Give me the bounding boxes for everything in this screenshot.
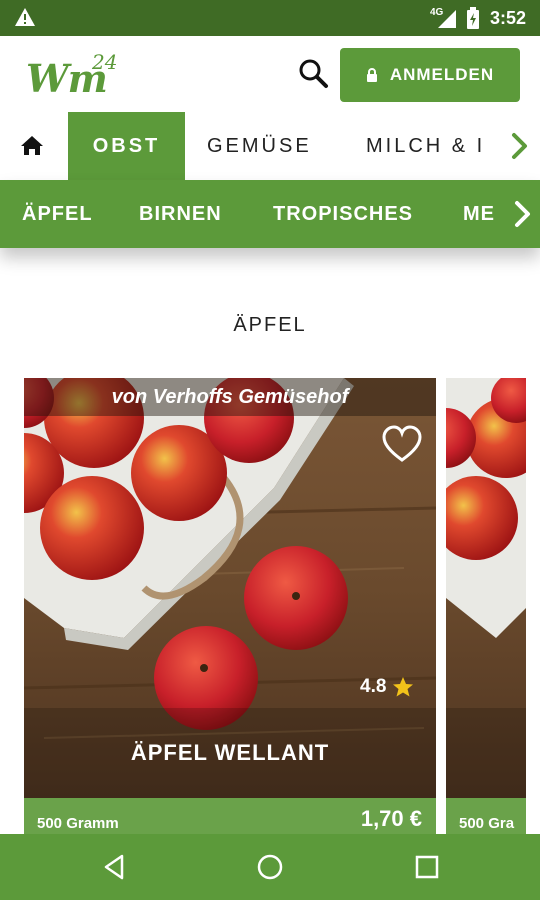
product-price: 1,70 € (360, 806, 422, 831)
rating-value: 4.8 (360, 676, 387, 697)
product-weight: 500 Gramm (37, 815, 119, 832)
heart-icon[interactable] (380, 422, 424, 466)
system-nav-bar (0, 834, 540, 900)
card-footer: 500 Gramm 1,70 € (24, 798, 436, 834)
product-card[interactable]: 500 Gra (446, 378, 526, 834)
back-icon[interactable] (98, 850, 132, 884)
product-image (24, 378, 436, 798)
tab-gemuese[interactable]: GEMÜSE (207, 112, 312, 180)
product-image (446, 378, 526, 798)
subtab-aepfel[interactable]: ÄPFEL (22, 180, 93, 248)
login-label: ANMELDEN (389, 65, 495, 84)
login-button[interactable]: ANMELDEN (340, 48, 520, 102)
home-icon[interactable] (18, 132, 46, 160)
product-weight: 500 Gra (459, 815, 515, 832)
star-icon (393, 677, 414, 697)
status-bar: 4G 3:52 (0, 0, 540, 36)
signal-icon (438, 10, 456, 28)
lock-icon (366, 68, 377, 82)
category-tabs: OBST GEMÜSE MILCH & I (0, 112, 540, 180)
home-circle-icon[interactable] (253, 850, 287, 884)
subtab-scroll-right[interactable] (504, 180, 540, 248)
product-name: ÄPFEL WELLANT (130, 740, 330, 765)
rating: 4.8 (360, 676, 414, 698)
tab-milch[interactable]: MILCH & I (366, 112, 485, 180)
logo[interactable]: Wm 24 (26, 50, 126, 101)
subcategory-tabs: ÄPFEL BIRNEN TROPISCHES ME (0, 180, 540, 248)
subtab-birnen[interactable]: BIRNEN (139, 180, 222, 248)
subtab-tropisches[interactable]: TROPISCHES (273, 180, 413, 248)
origin-label: von Verhoffs Gemüsehof (24, 378, 436, 416)
chevron-right-icon[interactable] (506, 130, 532, 162)
section-title: ÄPFEL (233, 314, 307, 336)
battery-icon (467, 7, 479, 29)
logo-superscript: 24 (92, 50, 118, 74)
card-footer: 500 Gra (446, 798, 526, 834)
chevron-right-icon (515, 201, 530, 227)
subtab-more[interactable]: ME (463, 180, 495, 248)
recents-icon[interactable] (410, 850, 444, 884)
product-card[interactable]: von Verhoffs Gemüsehof 4.8 ÄPFEL WELLANT… (24, 378, 436, 834)
app-header: Wm 24 ANMELDEN (0, 36, 540, 112)
tab-obst[interactable]: OBST (68, 112, 185, 180)
clock: 3:52 (490, 8, 527, 28)
search-icon[interactable] (296, 56, 330, 90)
warning-icon (15, 8, 35, 26)
